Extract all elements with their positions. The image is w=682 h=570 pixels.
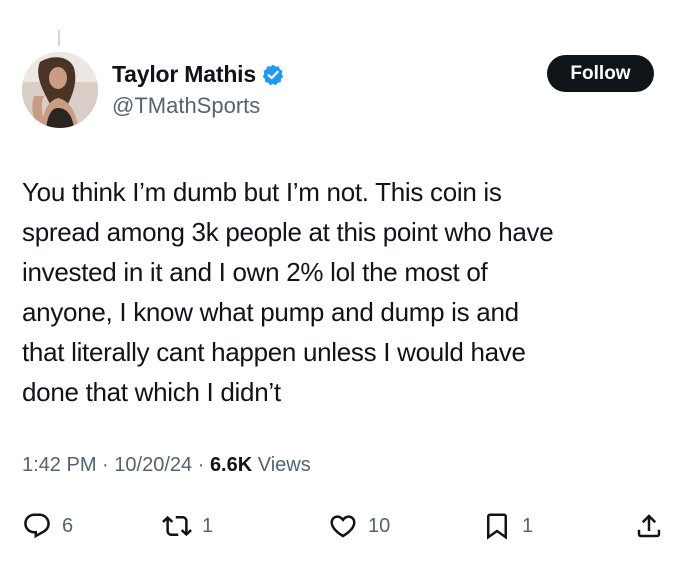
tweet-text-line: You think I’m dumb but I’m not. This coi…	[22, 177, 502, 207]
avatar[interactable]	[22, 52, 98, 128]
tweet-meta: 1:42 PM · 10/20/24 · 6.6K Views	[22, 454, 311, 477]
author-handle[interactable]: @TMathSports	[112, 93, 260, 119]
like-icon	[330, 515, 356, 538]
reply-button[interactable]: 6	[22, 508, 73, 544]
bookmark-icon	[487, 513, 507, 540]
share-button[interactable]	[634, 508, 664, 544]
reply-icon	[24, 513, 50, 539]
meta-separator: ·	[197, 454, 205, 476]
thread-connector-line	[58, 30, 60, 46]
tweet-text-line: anyone, I know what pump and dump is and	[22, 297, 519, 327]
tweet-date[interactable]: 10/20/24	[114, 454, 192, 476]
author-display-name[interactable]: Taylor Mathis	[112, 61, 256, 88]
like-button[interactable]: 10	[328, 508, 390, 544]
reply-count: 6	[62, 514, 74, 537]
like-count: 10	[368, 514, 391, 537]
tweet-time[interactable]: 1:42 PM	[22, 454, 96, 476]
avatar-photo	[22, 52, 98, 128]
meta-separator: ·	[102, 454, 109, 476]
tweet-actions-bar: 6 1 10 1	[22, 508, 664, 544]
tweet-text-line: done that which I didn’t	[22, 377, 281, 407]
verified-badge-icon	[262, 64, 284, 86]
author-name-row: Taylor Mathis	[112, 60, 284, 88]
tweet-text-line: spread among 3k people at this point who…	[22, 217, 554, 247]
tweet-text-line: invested in it and I own 2% lol the most…	[22, 257, 488, 287]
share-icon	[637, 514, 661, 538]
repost-count: 1	[202, 514, 214, 537]
repost-icon	[162, 515, 192, 537]
follow-button[interactable]: Follow	[547, 55, 654, 92]
tweet-text: You think I’m dumb but I’m not. This coi…	[22, 172, 652, 412]
repost-button[interactable]: 1	[162, 508, 213, 544]
bookmark-count: 1	[522, 514, 534, 537]
views-label[interactable]: Views	[258, 454, 311, 476]
views-count[interactable]: 6.6K	[210, 454, 252, 476]
tweet-text-line: that literally cant happen unless I woul…	[22, 337, 526, 367]
bookmark-button[interactable]: 1	[482, 508, 533, 544]
